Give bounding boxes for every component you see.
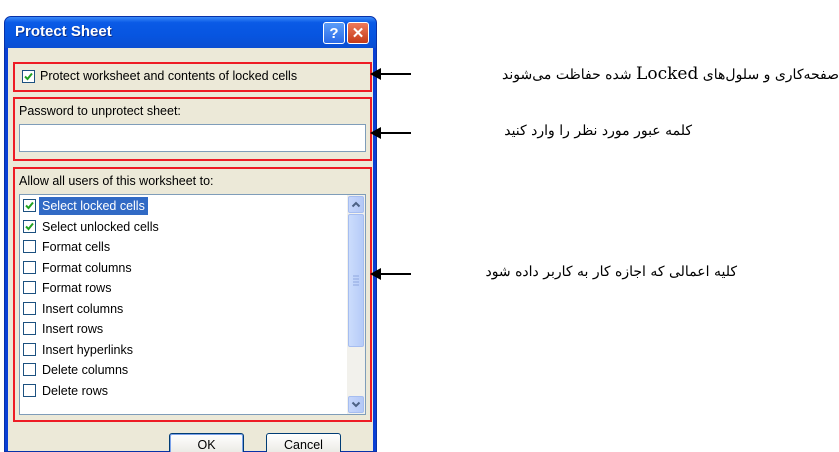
permission-checkbox[interactable] bbox=[23, 383, 36, 397]
permission-checkbox[interactable] bbox=[23, 240, 36, 253]
permission-item[interactable]: Delete columns bbox=[21, 360, 346, 380]
permission-item[interactable]: Insert rows bbox=[21, 319, 346, 339]
permission-item[interactable]: Insert hyperlinks bbox=[21, 340, 346, 360]
permission-item[interactable]: Format rows bbox=[21, 278, 346, 298]
permission-item[interactable]: Delete rows bbox=[21, 381, 346, 401]
protect-sheet-dialog: Protect Sheet ? ✕ Protect worksheet and … bbox=[4, 16, 377, 452]
help-button[interactable]: ? bbox=[323, 22, 345, 44]
permissions-annotation: کلیه اعمالی که اجازه کار به کاربر داده ش… bbox=[485, 264, 737, 280]
permission-checkbox[interactable] bbox=[23, 199, 36, 212]
permission-label[interactable]: Select locked cells bbox=[39, 197, 148, 215]
protect-worksheet-checkbox[interactable] bbox=[22, 70, 35, 83]
permission-label[interactable]: Format columns bbox=[39, 259, 135, 277]
chevron-down-icon bbox=[351, 401, 361, 408]
checkmark-icon bbox=[25, 201, 34, 210]
permission-checkbox[interactable] bbox=[23, 219, 36, 233]
title-bar[interactable]: Protect Sheet ? ✕ bbox=[5, 17, 376, 48]
permission-checkbox[interactable] bbox=[23, 342, 36, 356]
permission-item[interactable]: Insert columns bbox=[21, 299, 346, 319]
permission-label[interactable]: Format cells bbox=[39, 238, 113, 256]
list-scrollbar[interactable] bbox=[347, 195, 365, 414]
scroll-thumb[interactable] bbox=[348, 214, 364, 347]
permissions-list[interactable]: Select locked cells Select unlocked cells… bbox=[19, 194, 366, 415]
permission-label[interactable]: Delete rows bbox=[39, 382, 111, 400]
permission-label[interactable]: Insert columns bbox=[39, 300, 126, 318]
protect-annotation: صفحه‌کاری و سلول‌های Locked شده حفاظت می… bbox=[502, 64, 839, 84]
permission-checkbox[interactable] bbox=[23, 322, 36, 335]
checkmark-icon bbox=[25, 222, 34, 230]
permission-checkbox[interactable] bbox=[23, 281, 36, 294]
password-label: Password to unprotect sheet: bbox=[19, 104, 181, 118]
permission-item[interactable]: Select unlocked cells bbox=[21, 217, 346, 237]
permission-checkbox[interactable] bbox=[23, 363, 36, 376]
cancel-button[interactable]: Cancel bbox=[266, 433, 341, 452]
allow-users-label: Allow all users of this worksheet to: bbox=[19, 174, 214, 188]
permission-checkbox[interactable] bbox=[23, 260, 36, 274]
permission-label[interactable]: Delete columns bbox=[39, 361, 131, 379]
permission-checkbox[interactable] bbox=[23, 301, 36, 315]
scroll-up-button[interactable] bbox=[348, 196, 364, 213]
permission-item[interactable]: Select locked cells bbox=[21, 196, 346, 216]
grip-icon bbox=[353, 275, 359, 286]
dialog-title: Protect Sheet bbox=[15, 23, 112, 40]
close-button[interactable]: ✕ bbox=[347, 22, 369, 44]
permission-label[interactable]: Insert rows bbox=[39, 320, 106, 338]
chevron-up-icon bbox=[351, 201, 361, 208]
checkmark-icon bbox=[24, 72, 33, 81]
permission-item[interactable]: Format cells bbox=[21, 237, 346, 257]
scroll-down-button[interactable] bbox=[348, 396, 364, 413]
permission-label[interactable]: Select unlocked cells bbox=[39, 218, 162, 236]
password-annotation: کلمه عبور مورد نظر را وارد کنید bbox=[504, 123, 692, 139]
permission-label[interactable]: Insert hyperlinks bbox=[39, 341, 136, 359]
dialog-body: Protect worksheet and contents of locked… bbox=[8, 48, 373, 452]
ok-button[interactable]: OK bbox=[169, 433, 244, 452]
protect-worksheet-label[interactable]: Protect worksheet and contents of locked… bbox=[40, 69, 297, 83]
permission-label[interactable]: Format rows bbox=[39, 279, 114, 297]
